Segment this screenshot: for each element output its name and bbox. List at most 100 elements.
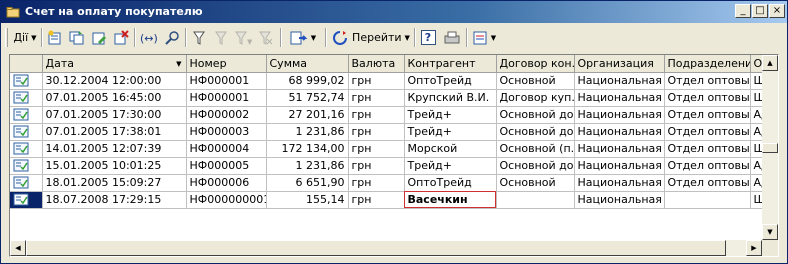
department-cell[interactable]: Отдел оптовы... <box>664 89 751 107</box>
contract-cell[interactable]: Основной (п... <box>496 140 575 158</box>
document-status-cell[interactable] <box>10 157 43 175</box>
vertical-scroll-thumb[interactable] <box>762 143 778 153</box>
number-cell[interactable]: НФ000001 <box>186 72 267 90</box>
responsible-cell[interactable]: Шиш <box>750 72 762 90</box>
copy-document-button[interactable] <box>67 27 87 48</box>
currency-cell[interactable]: грн <box>348 123 405 141</box>
counterparty-cell[interactable]: Крупский В.И. <box>404 89 497 107</box>
column-header-organization[interactable]: Организация <box>574 55 665 73</box>
currency-cell[interactable]: грн <box>348 140 405 158</box>
column-header-sum[interactable]: Сумма <box>266 55 349 73</box>
contract-cell[interactable]: Основной до... <box>496 157 575 175</box>
table-row[interactable]: 07.01.2005 16:45:00 НФ000001 51 752,74 грн К… <box>10 89 762 107</box>
date-cell[interactable]: 15.01.2005 10:01:25 <box>42 157 187 175</box>
responsible-cell[interactable]: Адм <box>750 106 762 124</box>
document-status-cell[interactable] <box>10 191 43 209</box>
clear-filter-button[interactable] <box>255 27 275 48</box>
currency-cell[interactable]: грн <box>348 157 405 175</box>
table-row[interactable]: 30.12.2004 12:00:00 НФ000001 68 999,02 грн О… <box>10 72 762 90</box>
contract-cell[interactable]: Основной до... <box>496 106 575 124</box>
organization-cell[interactable]: Национальная <box>574 72 665 90</box>
counterparty-cell[interactable]: Трейд+ <box>404 106 497 124</box>
scroll-up-button[interactable]: ▲ <box>762 55 778 71</box>
organization-cell[interactable]: Национальная <box>574 123 665 141</box>
organization-cell[interactable]: Национальная <box>574 174 665 192</box>
help-button[interactable]: ? <box>418 27 438 48</box>
date-cell[interactable]: 18.01.2005 15:09:27 <box>42 174 187 192</box>
organization-cell[interactable]: Национальная <box>574 191 665 209</box>
responsible-cell[interactable]: Шиш <box>750 191 762 209</box>
sum-cell[interactable]: 6 651,90 <box>266 174 349 192</box>
document-status-cell[interactable] <box>10 123 43 141</box>
maximize-button[interactable]: □ <box>752 4 768 18</box>
scroll-down-button[interactable]: ▼ <box>762 224 778 240</box>
filter-button[interactable] <box>189 27 209 48</box>
department-cell[interactable]: Отдел оптовы... <box>664 157 751 175</box>
department-cell[interactable]: Отдел оптовы... <box>664 140 751 158</box>
document-status-cell[interactable] <box>10 89 43 107</box>
number-cell[interactable]: НФ000006 <box>186 174 267 192</box>
column-header-department[interactable]: Подразделение <box>664 55 751 73</box>
department-cell[interactable]: Отдел оптовы... <box>664 72 751 90</box>
add-document-button[interactable] <box>45 27 65 48</box>
department-cell[interactable]: Отдел оптовы... <box>664 106 751 124</box>
sum-cell[interactable]: 155,14 <box>266 191 349 209</box>
counterparty-cell[interactable]: ОптоТрейд <box>404 72 497 90</box>
counterparty-cell[interactable]: Морской <box>404 140 497 158</box>
horizontal-scroll-thumb[interactable] <box>26 240 726 256</box>
sum-cell[interactable]: 1 231,86 <box>266 123 349 141</box>
scroll-right-button[interactable]: ▶ <box>746 240 762 256</box>
title-bar[interactable]: Счет на оплату покупателю _ □ × <box>1 1 787 23</box>
column-header-contract[interactable]: Договор кон... <box>496 55 575 73</box>
responsible-cell[interactable]: Адм <box>750 123 762 141</box>
document-status-cell[interactable] <box>10 106 43 124</box>
date-cell[interactable]: 18.07.2008 17:29:15 <box>42 191 187 209</box>
counterparty-cell[interactable]: Трейд+ <box>404 123 497 141</box>
column-header-currency[interactable]: Валюта <box>348 55 405 73</box>
print-button[interactable] <box>441 27 463 48</box>
currency-cell[interactable]: грн <box>348 191 405 209</box>
contract-cell[interactable]: Основной <box>496 174 575 192</box>
number-cell[interactable]: НФ000001 <box>186 89 267 107</box>
responsible-cell[interactable]: Адм <box>750 157 762 175</box>
organization-cell[interactable]: Национальная <box>574 106 665 124</box>
vertical-scrollbar[interactable]: ▲ ▼ <box>762 55 778 240</box>
number-cell[interactable]: НФ000005 <box>186 157 267 175</box>
department-cell[interactable] <box>664 191 751 209</box>
filter-history-button[interactable]: ▼ <box>233 27 253 48</box>
toolbar-grip[interactable] <box>5 28 8 47</box>
date-cell[interactable]: 14.01.2005 12:07:39 <box>42 140 187 158</box>
document-status-cell[interactable] <box>10 174 43 192</box>
column-header-number[interactable]: Номер <box>186 55 267 73</box>
document-status-cell[interactable] <box>10 140 43 158</box>
responsible-cell[interactable]: Шиш <box>750 140 762 158</box>
contract-cell[interactable]: Основной до... <box>496 123 575 141</box>
responsible-cell[interactable]: Адм <box>750 174 762 192</box>
organization-cell[interactable]: Национальная <box>574 140 665 158</box>
set-interval-button[interactable]: (↔) <box>138 27 160 48</box>
number-cell[interactable]: НФ000004 <box>186 140 267 158</box>
create-based-on-button[interactable]: ▼ <box>284 27 322 48</box>
column-header-responsible[interactable]: Отв <box>750 55 762 73</box>
currency-cell[interactable]: грн <box>348 106 405 124</box>
column-header-date[interactable]: Дата ▼ <box>42 55 187 73</box>
sum-cell[interactable]: 1 231,86 <box>266 157 349 175</box>
counterparty-cell[interactable]: Васечкин <box>404 191 497 209</box>
number-cell[interactable]: НФ000003 <box>186 123 267 141</box>
document-status-cell[interactable] <box>10 72 43 90</box>
counterparty-cell[interactable]: Трейд+ <box>404 157 497 175</box>
column-header-icon[interactable] <box>10 55 43 73</box>
export-menu-button[interactable]: ▼ <box>470 27 498 48</box>
sum-cell[interactable]: 68 999,02 <box>266 72 349 90</box>
horizontal-scrollbar[interactable]: ◀ ▶ <box>10 240 762 256</box>
contract-cell[interactable] <box>496 191 575 209</box>
organization-cell[interactable]: Национальная <box>574 89 665 107</box>
filter-by-value-button[interactable] <box>211 27 231 48</box>
responsible-cell[interactable]: Шиш <box>750 89 762 107</box>
date-cell[interactable]: 07.01.2005 17:30:00 <box>42 106 187 124</box>
number-cell[interactable]: НФ000002 <box>186 106 267 124</box>
contract-cell[interactable]: Основной <box>496 72 575 90</box>
date-cell[interactable]: 07.01.2005 17:38:01 <box>42 123 187 141</box>
sum-cell[interactable]: 172 134,00 <box>266 140 349 158</box>
actions-menu-button[interactable]: Дії ▼ <box>11 27 39 48</box>
